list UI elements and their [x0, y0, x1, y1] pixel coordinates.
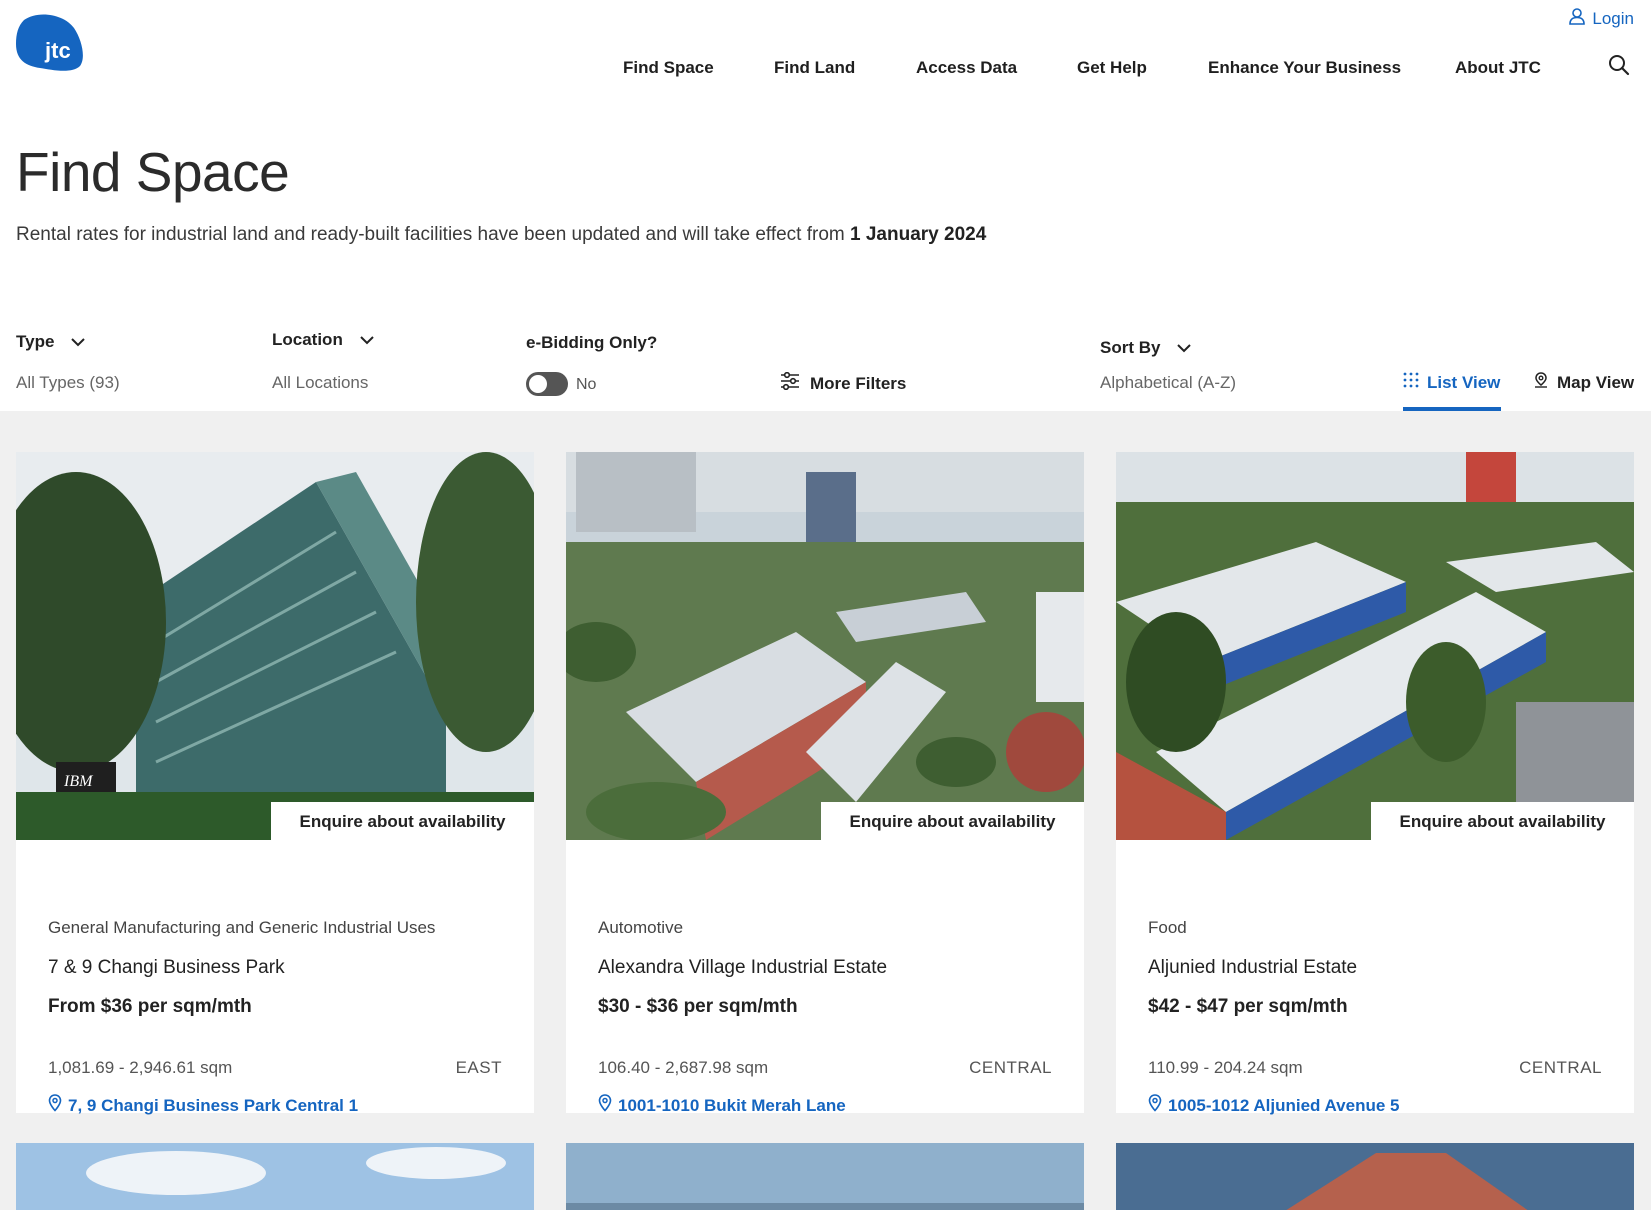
chevron-down-icon	[359, 330, 375, 350]
listing-category: Food	[1148, 918, 1187, 937]
listing-category: General Manufacturing and Generic Indust…	[48, 918, 436, 937]
location-filter-value[interactable]: All Locations	[272, 373, 368, 393]
ebidding-toggle[interactable]	[526, 372, 568, 396]
list-view-tab[interactable]: List View	[1403, 372, 1500, 393]
listing-region: EAST	[455, 1058, 502, 1077]
location-pin-icon	[48, 1094, 62, 1117]
map-view-tab[interactable]: Map View	[1533, 372, 1634, 393]
toggle-knob	[529, 375, 547, 393]
site-header: jtc Login Find Space Find Land Access Da…	[0, 0, 1651, 110]
login-label: Login	[1592, 9, 1634, 28]
listing-category: Automotive	[598, 918, 684, 937]
listing-address-link[interactable]: 1001-1010 Bukit Merah Lane	[598, 1094, 846, 1117]
ebidding-toggle-value: No	[576, 376, 597, 393]
listing-name[interactable]: 7 & 9 Changi Business Park	[48, 957, 285, 979]
more-filters-label: More Filters	[810, 373, 907, 393]
map-view-label: Map View	[1557, 372, 1635, 392]
location-pin-icon	[598, 1094, 612, 1117]
listing-address: 7, 9 Changi Business Park Central 1	[68, 1095, 359, 1115]
listing-name[interactable]: Alexandra Village Industrial Estate	[598, 957, 887, 979]
enquire-button[interactable]: Enquire about availability	[821, 802, 1084, 842]
ebidding-label: e-Bidding Only?	[526, 333, 658, 352]
list-view-label: List View	[1427, 372, 1501, 392]
nav-enhance-your-business[interactable]: Enhance Your Business	[1208, 58, 1401, 78]
listing-area: 110.99 - 204.24 sqm	[1148, 1058, 1303, 1077]
map-pin-icon	[1533, 372, 1549, 393]
search-icon	[1607, 55, 1631, 81]
listing-address: 1005-1012 Aljunied Avenue 5	[1168, 1095, 1400, 1115]
listing-address-link[interactable]: 7, 9 Changi Business Park Central 1	[48, 1094, 358, 1117]
listing-price: From $36 per sqm/mth	[48, 996, 252, 1017]
nav-get-help[interactable]: Get Help	[1077, 58, 1147, 78]
listing-photo	[566, 452, 1084, 840]
listing-card[interactable]: Enquire about availability Food Aljunied…	[1116, 452, 1634, 1115]
listing-name[interactable]: Aljunied Industrial Estate	[1148, 957, 1357, 979]
grid-dots-icon	[1403, 372, 1419, 393]
main-nav: Find Space Find Land Access Data Get Hel…	[0, 58, 1651, 84]
building-sign: IBM	[63, 773, 94, 790]
enquire-button[interactable]: Enquire about availability	[1371, 802, 1634, 842]
type-filter-label: Type	[16, 332, 55, 351]
more-filters-button[interactable]: More Filters	[780, 371, 907, 395]
listing-address: 1001-1010 Bukit Merah Lane	[618, 1095, 846, 1115]
listing-card-partial[interactable]	[1116, 1143, 1634, 1210]
sort-by-label: Sort By	[1100, 338, 1161, 357]
listing-area: 1,081.69 - 2,946.61 sqm	[48, 1058, 233, 1077]
listing-photo: IBM	[16, 452, 534, 840]
chevron-down-icon	[1176, 338, 1192, 358]
chevron-down-icon	[70, 332, 86, 352]
results-area: IBM Enquire about availability General M…	[0, 411, 1651, 1210]
nav-find-land[interactable]: Find Land	[774, 58, 855, 78]
listing-address-link[interactable]: 1005-1012 Aljunied Avenue 5	[1148, 1094, 1400, 1117]
location-pin-icon	[1148, 1094, 1162, 1117]
location-filter[interactable]: Location	[272, 330, 375, 350]
enquire-button[interactable]: Enquire about availability	[271, 802, 534, 842]
type-filter-value[interactable]: All Types (93)	[16, 373, 120, 393]
listing-card-partial[interactable]	[16, 1143, 534, 1210]
listing-photo	[1116, 452, 1634, 840]
notice-date: 1 January 2024	[850, 224, 987, 245]
listing-card[interactable]: Enquire about availability Automotive Al…	[566, 452, 1084, 1115]
search-button[interactable]	[1607, 53, 1631, 77]
listing-price: $42 - $47 per sqm/mth	[1148, 996, 1348, 1017]
nav-access-data[interactable]: Access Data	[916, 58, 1017, 78]
listing-region: CENTRAL	[1519, 1058, 1602, 1077]
listing-region: CENTRAL	[969, 1058, 1052, 1077]
page-title: Find Space	[16, 141, 290, 203]
type-filter[interactable]: Type	[16, 332, 86, 352]
login-link[interactable]: Login	[1569, 8, 1634, 30]
sort-by-value[interactable]: Alphabetical (A-Z)	[1100, 373, 1236, 393]
sliders-icon	[780, 371, 800, 395]
nav-find-space[interactable]: Find Space	[623, 58, 714, 78]
nav-about-jtc[interactable]: About JTC	[1455, 58, 1541, 78]
sort-by-filter[interactable]: Sort By	[1100, 338, 1192, 358]
location-filter-label: Location	[272, 330, 343, 349]
user-icon	[1569, 8, 1586, 30]
rate-notice: Rental rates for industrial land and rea…	[16, 224, 986, 246]
listing-area: 106.40 - 2,687.98 sqm	[598, 1058, 769, 1077]
listing-card[interactable]: IBM Enquire about availability General M…	[16, 452, 534, 1115]
listing-price: $30 - $36 per sqm/mth	[598, 996, 798, 1017]
notice-text: Rental rates for industrial land and rea…	[16, 224, 851, 245]
listing-card-partial[interactable]	[566, 1143, 1084, 1210]
